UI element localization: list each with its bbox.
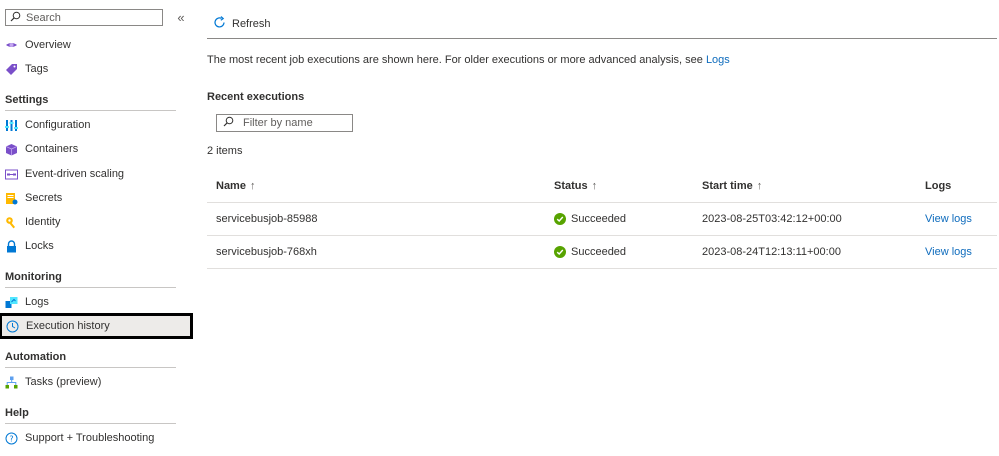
search-icon [223, 116, 234, 130]
execution-name: servicebusjob-85988 [216, 213, 318, 225]
sidebar-item-execution-history[interactable]: Execution history [0, 313, 193, 339]
scaling-icon [5, 168, 18, 181]
refresh-icon [213, 16, 226, 32]
column-header-start-time[interactable]: Start time ↑ [702, 169, 762, 202]
sidebar-item-secrets[interactable]: Secrets [0, 187, 190, 209]
column-header-label: Start time [702, 179, 753, 192]
column-header-label: Logs [925, 179, 952, 192]
help-icon: ? [5, 432, 18, 445]
sidebar-item-event-driven-scaling[interactable]: Event-driven scaling [0, 163, 190, 185]
logs-icon [5, 296, 18, 309]
status-label: Succeeded [571, 246, 627, 258]
tasks-icon [5, 376, 18, 389]
sidebar-item-label: Tags [25, 63, 49, 75]
column-header-logs: Logs [925, 169, 951, 202]
execution-status: Succeeded [554, 203, 626, 235]
sidebar-item-identity[interactable]: Identity [0, 211, 190, 233]
sidebar-item-configuration[interactable]: Configuration [0, 114, 190, 136]
sidebar-item-label: Tasks (preview) [25, 376, 102, 388]
sidebar-item-label: Containers [25, 143, 79, 155]
execution-start-time: 2023-08-24T12:13:11+00:00 [702, 246, 841, 258]
sort-arrow-icon: ↑ [249, 179, 256, 192]
column-header-name[interactable]: Name ↑ [216, 169, 255, 202]
logs-link[interactable]: Logs [706, 54, 730, 66]
section-divider [5, 367, 176, 368]
executions-table: Name ↑ Status ↑ Start time ↑ Logs servic… [207, 169, 997, 269]
execution-name: servicebusjob-768xh [216, 246, 317, 258]
refresh-button[interactable]: Refresh [213, 15, 271, 33]
sidebar-item-label: Support + Troubleshooting [25, 432, 155, 444]
table-row: servicebusjob-85988 Succeeded 2023-08-25… [207, 203, 997, 236]
sort-arrow-icon: ↑ [591, 179, 598, 192]
section-divider [5, 110, 176, 111]
sidebar-item-label: Identity [25, 216, 61, 228]
sort-arrow-icon: ↑ [756, 179, 763, 192]
refresh-label: Refresh [232, 18, 271, 30]
svg-text:?: ? [9, 434, 13, 443]
section-divider [5, 423, 176, 424]
identity-icon [5, 216, 18, 229]
sidebar-search-input[interactable] [21, 11, 156, 24]
containers-icon [5, 143, 18, 156]
sidebar-item-overview[interactable]: Overview [0, 34, 190, 56]
column-header-label: Name [216, 179, 246, 192]
filter-box[interactable] [216, 114, 353, 132]
toolbar-divider [207, 38, 997, 39]
success-check-icon [554, 246, 566, 258]
clock-icon [6, 320, 19, 333]
execution-status: Succeeded [554, 236, 626, 268]
section-header-automation: Automation [5, 351, 67, 363]
table-row: servicebusjob-768xh Succeeded 2023-08-24… [207, 236, 997, 269]
tag-icon [5, 63, 18, 76]
main-content: Refresh The most recent job executions a… [207, 0, 997, 456]
sidebar-item-label: Logs [25, 296, 49, 308]
sidebar-search-box[interactable] [5, 9, 163, 26]
sidebar-item-tags[interactable]: Tags [0, 58, 190, 80]
info-text-body: The most recent job executions are shown… [207, 54, 703, 66]
section-header-settings: Settings [5, 94, 49, 106]
info-text: The most recent job executions are shown… [207, 54, 730, 66]
column-header-label: Status [554, 179, 588, 192]
sidebar-item-label: Locks [25, 240, 54, 252]
sidebar-item-tasks[interactable]: Tasks (preview) [0, 371, 190, 393]
section-header-monitoring: Monitoring [5, 271, 62, 283]
secrets-icon [5, 192, 18, 205]
view-logs-link[interactable]: View logs [925, 236, 972, 268]
sidebar-item-label: Configuration [25, 119, 91, 131]
search-icon [10, 11, 21, 25]
sidebar-item-logs[interactable]: Logs [0, 291, 190, 313]
sidebar-item-support-troubleshooting[interactable]: ? Support + Troubleshooting [0, 427, 190, 449]
collapse-sidebar-button[interactable]: « [174, 9, 188, 26]
table-header-row: Name ↑ Status ↑ Start time ↑ Logs [207, 169, 997, 203]
lock-icon [5, 239, 18, 253]
column-header-status[interactable]: Status ↑ [554, 169, 597, 202]
sidebar-item-label: Execution history [26, 320, 110, 332]
overview-icon [5, 39, 18, 52]
item-count: 2 items [207, 145, 243, 157]
section-header-help: Help [5, 407, 29, 419]
execution-start-time: 2023-08-25T03:42:12+00:00 [702, 213, 842, 225]
recent-executions-title: Recent executions [207, 91, 305, 103]
sidebar-item-containers[interactable]: Containers [0, 138, 190, 160]
status-label: Succeeded [571, 213, 627, 225]
success-check-icon [554, 213, 566, 225]
section-divider [5, 287, 176, 288]
sidebar-item-label: Overview [25, 39, 71, 51]
sidebar-item-label: Event-driven scaling [25, 168, 125, 180]
filter-input[interactable] [234, 117, 353, 129]
sidebar-item-locks[interactable]: Locks [0, 235, 190, 257]
sidebar-item-label: Secrets [25, 192, 63, 204]
sidebar: « Overview Tags Settings Configuration C… [0, 0, 195, 456]
view-logs-link[interactable]: View logs [925, 203, 972, 235]
configuration-icon [5, 119, 18, 132]
